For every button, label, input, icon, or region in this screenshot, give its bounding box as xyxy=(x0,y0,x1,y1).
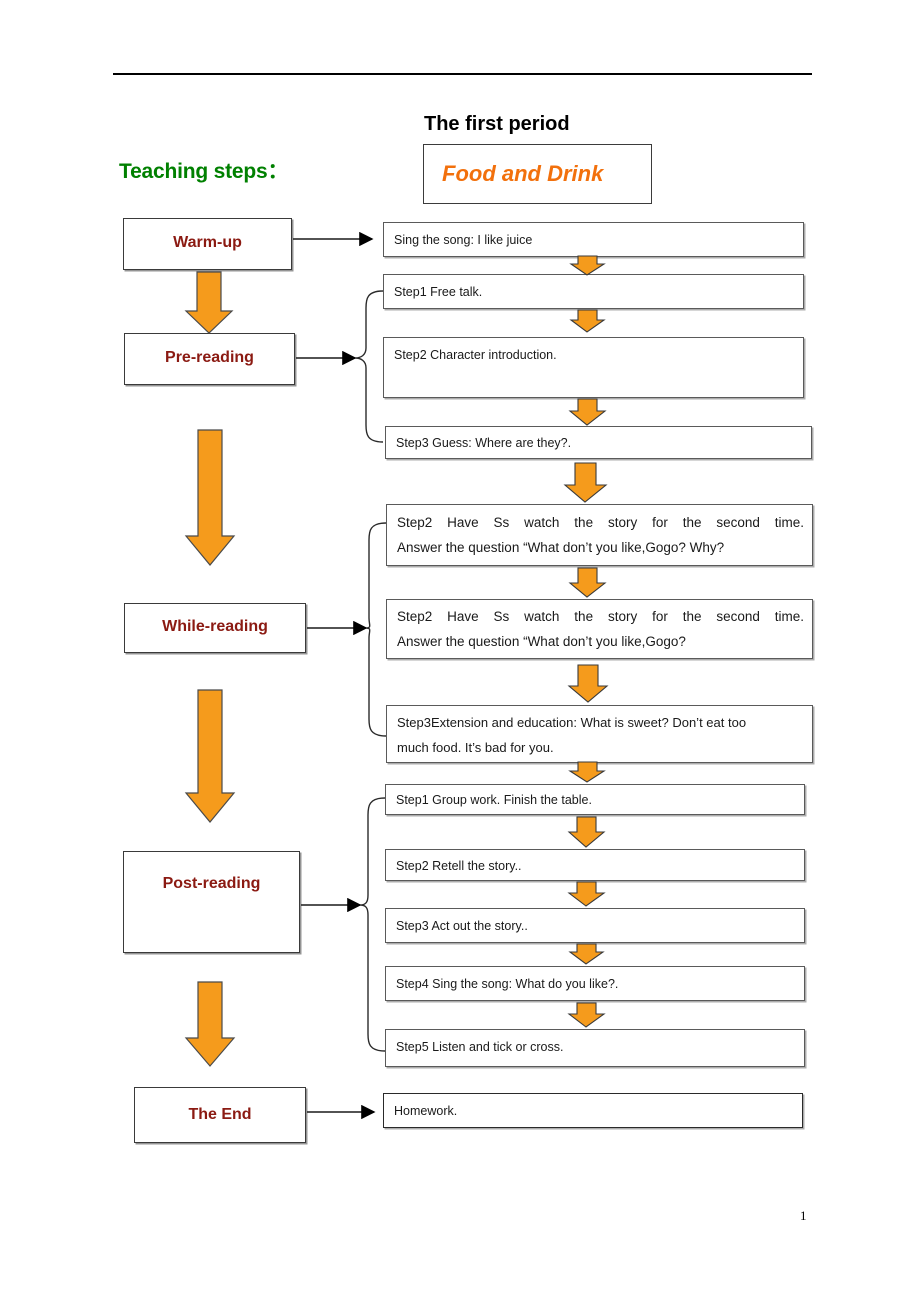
stage-to-content-arrows xyxy=(293,231,376,1120)
stage-box-the-end[interactable]: The End xyxy=(134,1087,306,1143)
bracket-while-reading xyxy=(365,522,387,737)
content-box-warmup-1[interactable]: Sing the song: I like juice xyxy=(383,222,804,257)
stage-box-while-reading[interactable]: While-reading xyxy=(124,603,306,653)
content-line-1: Step2 Have Ss watch the story for the se… xyxy=(397,609,804,624)
group-brackets xyxy=(354,290,387,1052)
content-box-end-1[interactable]: Homework. xyxy=(383,1093,803,1128)
content-text-while-2: Step2 Have Ss watch the story for the se… xyxy=(397,604,804,654)
content-line-2: Answer the question “What don’t you like… xyxy=(397,634,686,649)
content-box-post-4[interactable]: Step4 Sing the song: What do you like?. xyxy=(385,966,805,1001)
orange-arrow-c7 xyxy=(568,761,606,783)
content-box-pre-3[interactable]: Step3 Guess: Where are they?. xyxy=(385,426,812,459)
stage-label-post-reading: Post-reading xyxy=(162,875,261,892)
orange-arrow-c3 xyxy=(568,398,607,426)
bracket-pre-reading xyxy=(354,290,384,443)
orange-arrow-post-to-end xyxy=(184,981,236,1067)
lesson-title-box: Food and Drink xyxy=(423,144,652,204)
orange-arrow-c9 xyxy=(567,881,606,907)
content-box-post-3[interactable]: Step3 Act out the story.. xyxy=(385,908,805,943)
content-text-while-3: Step3Extension and education: What is sw… xyxy=(397,710,804,760)
content-text-post-2: Step2 Retell the story.. xyxy=(396,859,522,873)
orange-arrow-pre-to-while xyxy=(184,429,236,566)
content-box-post-2[interactable]: Step2 Retell the story.. xyxy=(385,849,805,881)
content-line-1: Step3Extension and education: What is sw… xyxy=(397,715,747,730)
stage-label-pre-reading: Pre-reading xyxy=(165,349,254,366)
content-box-pre-1[interactable]: Step1 Free talk. xyxy=(383,274,804,309)
content-box-while-2[interactable]: Step2 Have Ss watch the story for the se… xyxy=(386,599,813,659)
content-text-pre-1: Step1 Free talk. xyxy=(394,285,483,299)
orange-arrow-c4 xyxy=(563,462,608,503)
content-text-warmup-1: Sing the song: I like juice xyxy=(394,233,533,247)
content-text-post-1: Step1 Group work. Finish the table. xyxy=(396,793,592,807)
period-title: The first period xyxy=(424,113,570,135)
content-text-post-4: Step4 Sing the song: What do you like?. xyxy=(396,977,619,991)
content-text-while-1: Step2 Have Ss watch the story for the se… xyxy=(397,510,804,560)
content-box-post-5[interactable]: Step5 Listen and tick or cross. xyxy=(385,1029,805,1067)
content-line-2: Answer the question “What don’t you like… xyxy=(397,540,725,555)
content-text-pre-2: Step2 Character introduction. xyxy=(394,348,557,362)
content-text-post-3: Step3 Act out the story.. xyxy=(396,919,528,933)
orange-arrow-c1 xyxy=(569,255,606,276)
orange-arrow-while-to-post xyxy=(184,689,236,823)
lesson-title-text: Food and Drink xyxy=(442,161,604,186)
bracket-post-reading xyxy=(359,797,386,1052)
stage-box-pre-reading[interactable]: Pre-reading xyxy=(124,333,295,385)
content-box-pre-2[interactable]: Step2 Character introduction. xyxy=(383,337,804,398)
header-divider xyxy=(113,73,812,75)
stage-box-warm-up[interactable]: Warm-up xyxy=(123,218,292,270)
orange-arrow-c10 xyxy=(568,943,605,965)
content-text-pre-3: Step3 Guess: Where are they?. xyxy=(396,436,572,450)
content-line-1: Step2 Have Ss watch the story for the se… xyxy=(397,515,804,530)
stage-label-while-reading: While-reading xyxy=(162,618,268,635)
content-text-end-1: Homework. xyxy=(394,1104,458,1118)
page-number: 1 xyxy=(800,1208,807,1223)
orange-arrow-c6 xyxy=(567,664,609,703)
orange-arrow-c2 xyxy=(569,309,606,333)
content-line-2: much food. It’s bad for you. xyxy=(397,740,554,755)
teaching-steps-heading: Teaching steps： xyxy=(119,160,289,183)
stage-box-post-reading[interactable]: Post-reading xyxy=(123,851,300,953)
orange-arrow-c5 xyxy=(568,567,607,598)
content-box-post-1[interactable]: Step1 Group work. Finish the table. xyxy=(385,784,805,815)
orange-arrow-warmup-to-pre xyxy=(184,271,234,334)
orange-arrow-c11 xyxy=(567,1002,606,1028)
content-box-while-1[interactable]: Step2 Have Ss watch the story for the se… xyxy=(386,504,813,566)
stage-label-the-end: The End xyxy=(188,1106,252,1123)
content-text-post-5: Step5 Listen and tick or cross. xyxy=(396,1040,564,1054)
stage-label-warm-up: Warm-up xyxy=(173,234,242,251)
orange-arrow-c8 xyxy=(567,816,606,848)
lesson-plan-page: Teaching steps： The first period Food an… xyxy=(0,0,920,1302)
content-box-while-3[interactable]: Step3Extension and education: What is sw… xyxy=(386,705,813,763)
